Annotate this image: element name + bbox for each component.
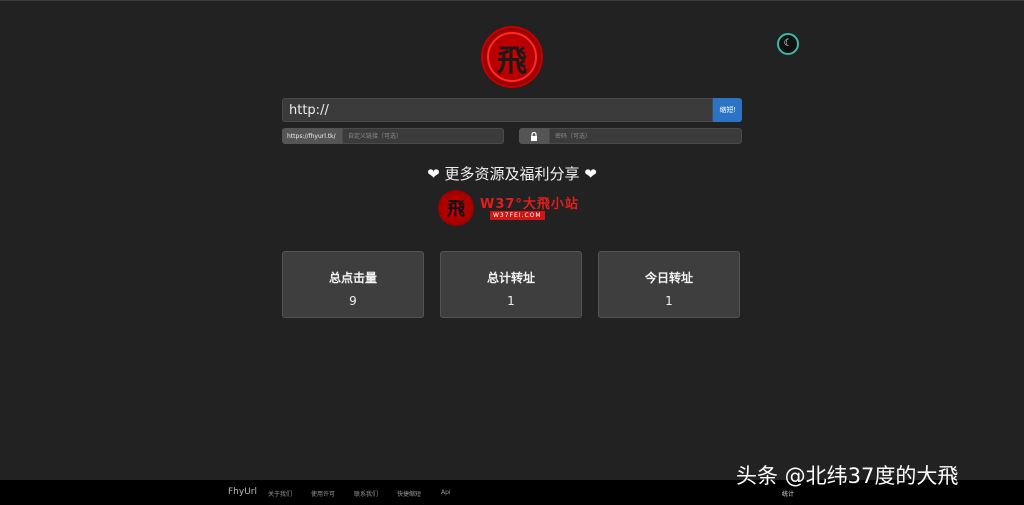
lock-icon [519, 128, 549, 144]
stat-card-total-clicks: 总点击量 9 [282, 251, 424, 318]
theme-toggle-button[interactable]: ☾ [777, 33, 799, 55]
sponsor-banner[interactable]: 飛 W37°大飛小站 W37FEI.COM [438, 190, 584, 226]
site-logo[interactable]: 飛 [481, 26, 543, 88]
long-url-input[interactable] [282, 98, 713, 122]
stat-value: 1 [665, 294, 673, 308]
footer-brand[interactable]: FhyUrl [228, 487, 257, 497]
shorten-button[interactable]: 缩短! [713, 98, 742, 122]
password-group [519, 128, 742, 144]
footer-link-quick-shorten[interactable]: 快捷缩短 [397, 489, 421, 498]
url-input-group: 缩短! [282, 98, 742, 122]
share-banner-text[interactable]: ❤ 更多资源及福利分享 ❤ [282, 163, 742, 184]
custom-link-input[interactable] [342, 128, 504, 144]
heart-icon: ❤ [584, 165, 597, 183]
stat-card-today-urls: 今日转址 1 [598, 251, 740, 318]
banner-seal-text: 飛 [447, 199, 465, 220]
share-text: 更多资源及福利分享 [444, 165, 580, 183]
watermark: 头条 @北纬37度的大飛 [736, 464, 959, 488]
moon-icon: ☾ [783, 38, 793, 49]
domain-prefix: https://fhyurl.tk/ [282, 128, 342, 144]
footer-stats[interactable]: 统计 [782, 489, 794, 498]
stat-card-total-urls: 总计转址 1 [440, 251, 582, 318]
stat-value: 9 [349, 294, 357, 308]
footer-link-about[interactable]: 关于我们 [268, 489, 292, 498]
stat-label: 总计转址 [486, 271, 535, 285]
logo-character: 飛 [497, 44, 527, 79]
custom-link-group: https://fhyurl.tk/ [282, 128, 504, 144]
banner-title: W37°大飛小站 [480, 197, 579, 212]
footer-link-contact[interactable]: 联系我们 [354, 489, 378, 498]
stat-label: 今日转址 [644, 271, 693, 285]
footer-link-license[interactable]: 使用许可 [311, 489, 335, 498]
footer-link-api[interactable]: Api [441, 489, 451, 496]
banner-subtitle: W37FEI.COM [490, 211, 545, 220]
stat-label: 总点击量 [328, 271, 377, 285]
password-input[interactable] [549, 128, 742, 144]
banner-seal-logo: 飛 [438, 190, 474, 226]
heart-icon: ❤ [427, 165, 440, 183]
stat-value: 1 [507, 294, 515, 308]
top-border [0, 0, 1024, 1]
